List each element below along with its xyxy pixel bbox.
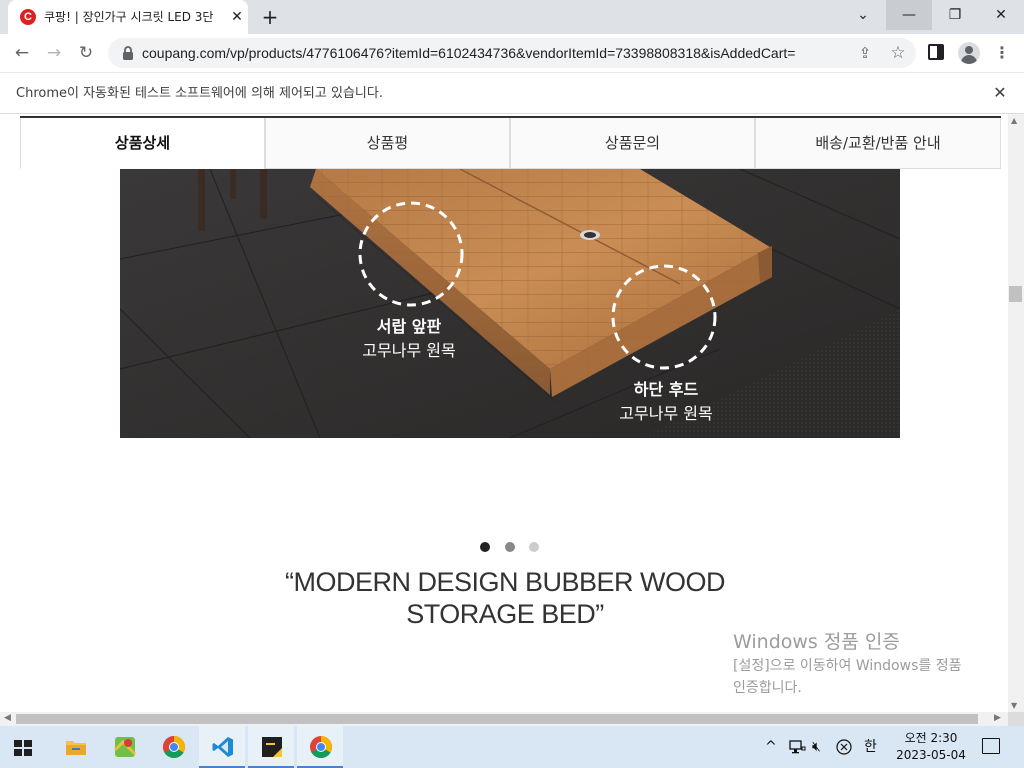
horizontal-scroll-thumb[interactable] [16, 714, 978, 724]
tab-close-icon[interactable]: ✕ [228, 8, 246, 26]
network-icon[interactable] [788, 740, 806, 754]
side-panel-icon[interactable] [928, 44, 944, 60]
notification-center-icon[interactable] [982, 738, 1000, 754]
page-viewport: 상품상세 상품평 상품문의 배송/교환/반품 안내 서랍 앞판 고무나무 원목 … [0, 114, 1008, 712]
coupang-favicon-icon: C [20, 9, 36, 25]
share-icon[interactable]: ⇪ [856, 44, 874, 62]
tray-chevron-up-icon[interactable]: ^ [765, 738, 777, 756]
taskbar-chrome[interactable] [150, 726, 196, 768]
error-circle-icon[interactable] [836, 739, 852, 755]
kebab-menu-icon[interactable]: ⋮ [992, 42, 1012, 64]
close-window-button[interactable]: ✕ [978, 0, 1024, 30]
maps-icon [113, 737, 137, 757]
tab-inquiries[interactable]: 상품문의 [510, 118, 755, 169]
address-bar[interactable]: coupang.com/vp/products/4776106476?itemI… [108, 38, 916, 68]
carousel-dot[interactable] [480, 542, 490, 552]
tab-search-chevron-icon[interactable]: ⌄ [840, 0, 886, 30]
headline-line-2: STORAGE BED” [406, 599, 604, 629]
clock-time: 오전 2:30 [904, 731, 958, 745]
carousel-dot[interactable] [529, 542, 539, 552]
lock-icon[interactable] [120, 45, 136, 61]
scroll-left-arrow-icon[interactable]: ◀ [4, 713, 11, 723]
volume-muted-icon[interactable]: 🔇︎ [812, 738, 821, 756]
chrome-icon [163, 736, 185, 758]
back-button[interactable]: ← [9, 40, 35, 66]
taskbar-maps[interactable] [101, 726, 147, 768]
vertical-scrollbar[interactable]: ▲ ▼ [1008, 114, 1024, 712]
bookmark-star-icon[interactable]: ☆ [888, 43, 908, 63]
reload-button[interactable]: ↻ [73, 40, 99, 66]
browser-tab-active[interactable]: C 쿠팡! | 장인가구 시크릿 LED 3단 ✕ [8, 0, 248, 34]
windows-activation-watermark: Windows 정품 인증 [설정]으로 이동하여 Windows를 정품 인증… [733, 630, 1003, 698]
infobar-close-icon[interactable]: ✕ [990, 83, 1010, 103]
forward-button[interactable]: → [41, 40, 67, 66]
restore-button[interactable]: ❐ [932, 0, 978, 30]
clock-date: 2023-05-04 [896, 748, 966, 762]
callout-1-title: 서랍 앞판 [377, 317, 442, 336]
tab-product-details[interactable]: 상품상세 [20, 118, 265, 169]
taskbar-vscode[interactable] [199, 726, 245, 768]
carousel-dot[interactable] [505, 542, 515, 552]
browser-toolbar: ← → ↻ coupang.com/vp/products/4776106476… [0, 34, 1024, 72]
scroll-down-arrow-icon[interactable]: ▼ [1011, 701, 1017, 710]
taskbar-sticky-notes[interactable] [248, 726, 294, 768]
callout-2-title: 하단 후드 [634, 380, 699, 399]
product-bed-image: 서랍 앞판 고무나무 원목 하단 후드 고무나무 원목 [120, 169, 900, 438]
taskbar-file-explorer[interactable] [52, 726, 98, 768]
scrollbar-corner [1008, 712, 1024, 726]
tab-reviews[interactable]: 상품평 [265, 118, 510, 169]
watermark-line-2: 인증합니다. [733, 680, 802, 696]
tab-strip: C 쿠팡! | 장인가구 시크릿 LED 3단 ✕ + ⌄ — ❐ ✕ [0, 0, 1024, 34]
tab-title: 쿠팡! | 장인가구 시크릿 LED 3단 [44, 10, 214, 24]
windows-taskbar: ^ 🔇︎ 한 오전 2:30 2023-05-04 [0, 726, 1024, 768]
carousel-indicators [480, 542, 540, 552]
scroll-right-arrow-icon[interactable]: ▶ [994, 713, 1001, 723]
new-tab-button[interactable]: + [258, 5, 282, 29]
taskbar-chrome-active[interactable] [297, 726, 343, 768]
chrome-icon [310, 736, 332, 758]
horizontal-scrollbar[interactable]: ◀ ▶ [0, 712, 1008, 726]
scroll-up-arrow-icon[interactable]: ▲ [1011, 116, 1017, 125]
product-detail-tabs: 상품상세 상품평 상품문의 배송/교환/반품 안내 [20, 116, 1001, 169]
automation-infobar: Chrome이 자동화된 테스트 소프트웨어에 의해 제어되고 있습니다. ✕ [0, 72, 1024, 114]
tab-shipping-returns[interactable]: 배송/교환/반품 안내 [755, 118, 1001, 169]
callout-1-subtitle: 고무나무 원목 [362, 341, 455, 360]
ime-indicator[interactable]: 한 [864, 738, 877, 756]
product-headline: “MODERN DESIGN BUBBER WOOD STORAGE BED” [260, 566, 750, 630]
vertical-scroll-thumb[interactable] [1009, 286, 1022, 302]
taskbar-clock[interactable]: 오전 2:30 2023-05-04 [892, 730, 970, 764]
callout-2-subtitle: 고무나무 원목 [619, 404, 712, 423]
url-text[interactable]: coupang.com/vp/products/4776106476?itemI… [142, 45, 842, 62]
profile-avatar-icon[interactable] [958, 42, 980, 64]
infobar-message: Chrome이 자동화된 테스트 소프트웨어에 의해 제어되고 있습니다. [16, 86, 383, 101]
headline-line-1: “MODERN DESIGN BUBBER WOOD [284, 567, 726, 597]
sticky-notes-icon [262, 737, 282, 757]
folder-icon [66, 741, 86, 755]
minimize-button[interactable]: — [886, 0, 932, 30]
watermark-title: Windows 정품 인증 [733, 631, 900, 653]
watermark-line-1: [설정]으로 이동하여 Windows를 정품 [733, 658, 962, 674]
windows-start-icon[interactable] [14, 740, 32, 756]
vscode-icon [212, 737, 233, 757]
